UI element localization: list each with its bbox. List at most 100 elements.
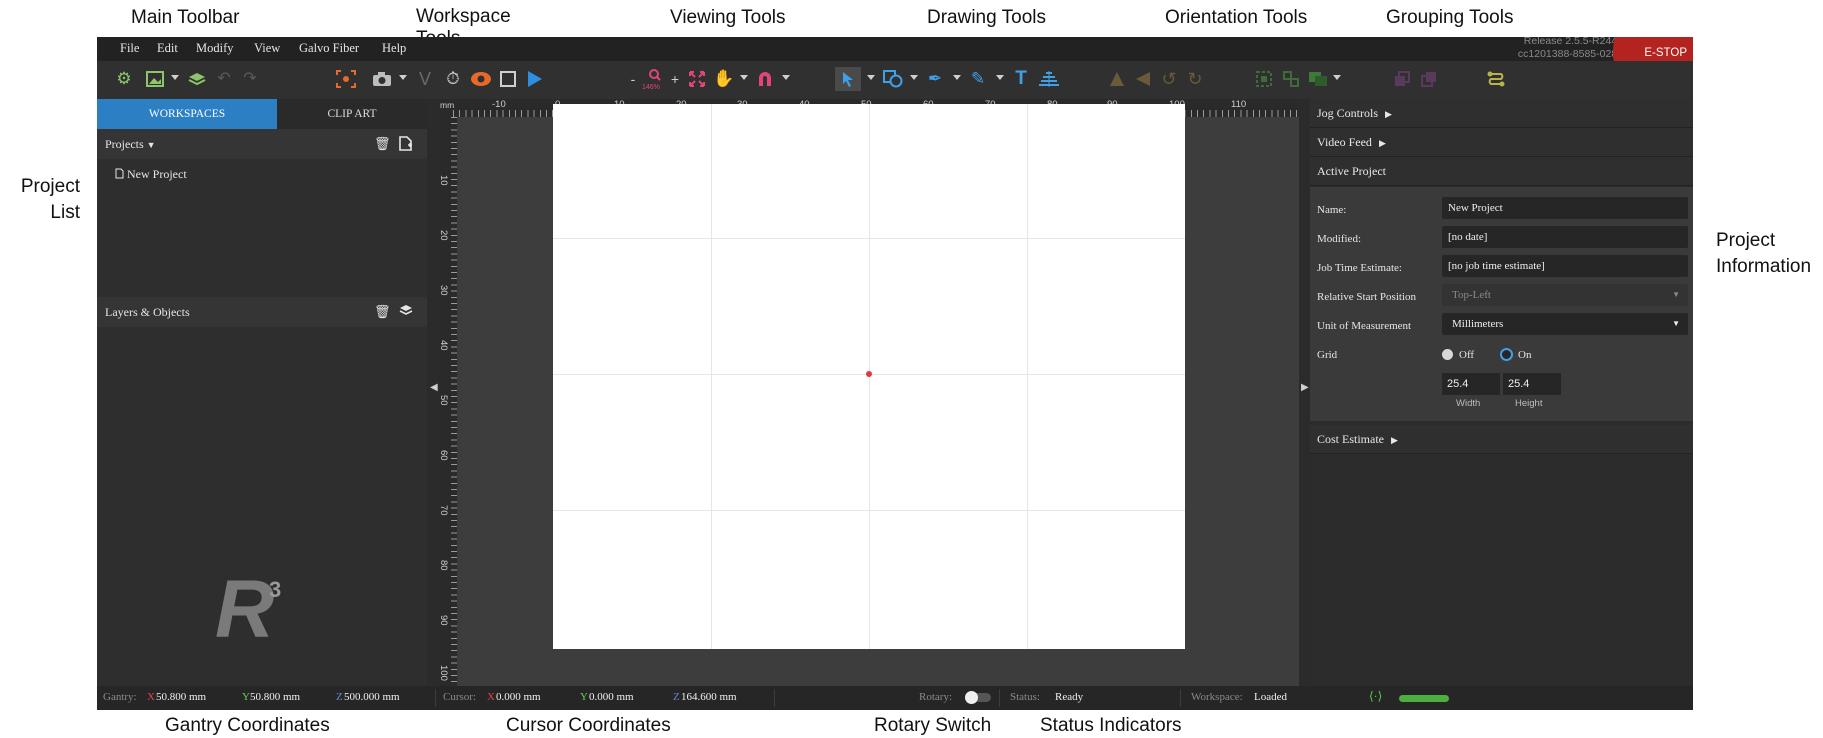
arrange-back-icon[interactable] — [1392, 69, 1412, 89]
project-list-item[interactable]: New Project — [115, 167, 187, 182]
select-pointer-icon[interactable] — [835, 67, 861, 91]
tab-clip-art[interactable]: CLIP ART — [277, 99, 427, 129]
callout-main-toolbar: Main Toolbar — [131, 7, 240, 28]
image-import-chevron-down-icon[interactable] — [171, 75, 179, 80]
path-route-icon[interactable] — [1486, 69, 1506, 89]
collapse-left-arrow-icon[interactable]: ◀ — [430, 382, 438, 393]
flip-horizontal-icon[interactable] — [1133, 69, 1153, 89]
ruler-v-label: 100 — [438, 665, 449, 681]
callout-status-indicators: Status Indicators — [1040, 715, 1182, 736]
grid-off-radio[interactable] — [1442, 349, 1453, 360]
snap-chevron-down-icon[interactable] — [782, 75, 790, 80]
combine-icon[interactable] — [1307, 69, 1329, 89]
project-name-field[interactable]: New Project — [1442, 197, 1688, 219]
camera-icon[interactable] — [371, 69, 393, 89]
job-time-label: Job Time Estimate: — [1317, 262, 1402, 274]
callout-project-list: Project List — [20, 176, 80, 223]
projects-chevron-down-icon: ▼ — [146, 140, 156, 150]
menu-galvo-fiber[interactable]: Galvo Fiber — [299, 41, 359, 56]
status-separator — [999, 689, 1000, 707]
callout-grouping-tools: Grouping Tools — [1386, 7, 1514, 28]
run-job-play-icon[interactable] — [525, 69, 545, 89]
vector-tool-icon[interactable]: V — [415, 69, 435, 89]
delete-project-trash-icon[interactable]: 🗑 — [374, 136, 391, 152]
settings-gear-icon[interactable]: ⚙ — [114, 69, 134, 89]
arrange-front-icon[interactable] — [1419, 69, 1439, 89]
select-chevron-down-icon[interactable] — [867, 75, 875, 80]
menu-view[interactable]: View — [254, 41, 280, 56]
release-serial: cc1201388-8585-0281 — [1517, 48, 1623, 60]
menu-file[interactable]: File — [120, 41, 139, 56]
video-feed-section[interactable]: Video Feed ▶ — [1310, 128, 1693, 157]
text-tool-icon[interactable]: T — [1011, 69, 1031, 89]
tab-workspaces[interactable]: WORKSPACES — [97, 99, 277, 129]
jog-controls-section[interactable]: Jog Controls ▶ — [1310, 99, 1693, 128]
preview-eye-icon[interactable] — [470, 69, 492, 89]
active-project-section[interactable]: Active Project — [1310, 157, 1693, 186]
menu-modify[interactable]: Modify — [196, 41, 234, 56]
video-feed-chevron-right-icon: ▶ — [1378, 138, 1386, 148]
zoom-out-button[interactable]: - — [627, 69, 639, 89]
unit-value: Millimeters — [1452, 318, 1504, 330]
pencil-chevron-down-icon[interactable] — [996, 75, 1004, 80]
relative-start-position-select[interactable]: Top-Left ▼ — [1442, 284, 1688, 306]
rotary-toggle-switch[interactable] — [965, 691, 991, 704]
camera-chevron-down-icon[interactable] — [399, 75, 407, 80]
start-position-chevron-down-icon: ▼ — [1672, 290, 1680, 299]
connection-link-icon[interactable]: ⟨·⟩ — [1369, 689, 1382, 704]
ruler-v-label: 90 — [438, 615, 449, 626]
group-icon[interactable] — [1254, 69, 1274, 89]
grid-on-radio[interactable] — [1500, 348, 1513, 361]
collapse-right-arrow-icon[interactable]: ▶ — [1301, 382, 1309, 393]
rotate-right-icon[interactable]: ↻ — [1185, 69, 1205, 89]
fill-hatch-icon[interactable] — [1037, 69, 1061, 89]
shapes-icon[interactable] — [882, 69, 904, 89]
layers-icon[interactable] — [187, 69, 207, 89]
pen-chevron-down-icon[interactable] — [953, 75, 961, 80]
bounding-box-icon[interactable] — [498, 69, 518, 89]
combine-chevron-down-icon[interactable] — [1333, 75, 1341, 80]
undo-icon[interactable]: ↶ — [214, 69, 234, 89]
unit-of-measurement-select[interactable]: Millimeters ▼ — [1442, 313, 1688, 335]
timer-icon[interactable]: ⏱ — [443, 69, 463, 89]
callout-orientation-tools: Orientation Tools — [1165, 7, 1308, 28]
pan-chevron-down-icon[interactable] — [740, 75, 748, 80]
active-project-body: Name: New Project Modified: [no date] Jo… — [1310, 187, 1693, 421]
projects-dropdown[interactable]: Projects ▼ — [105, 137, 156, 152]
grid-line — [553, 238, 1185, 239]
cost-estimate-section[interactable]: Cost Estimate ▶ — [1310, 425, 1693, 454]
shapes-chevron-down-icon[interactable] — [910, 75, 918, 80]
callout-rotary-switch: Rotary Switch — [874, 715, 992, 736]
new-project-icon[interactable] — [399, 136, 412, 154]
gantry-y-value: 50.800 mm — [250, 691, 301, 703]
add-layer-icon[interactable] — [399, 304, 414, 321]
freehand-pencil-icon[interactable]: ✎ — [968, 69, 988, 89]
fit-to-view-icon[interactable] — [687, 69, 707, 89]
redo-icon[interactable]: ↷ — [240, 69, 260, 89]
delete-layer-trash-icon[interactable]: 🗑 — [374, 304, 391, 320]
active-project-label: Active Project — [1317, 164, 1386, 178]
cursor-z-axis-label: Z — [673, 691, 680, 703]
frame-selection-icon[interactable] — [335, 69, 357, 89]
cursor-label: Cursor: — [443, 691, 476, 703]
app-logo: R3 — [215, 569, 281, 651]
pen-tool-icon[interactable]: ✒ — [925, 69, 945, 89]
pan-hand-icon[interactable]: ✋ — [713, 69, 734, 89]
callout-cursor-coordinates: Cursor Coordinates — [506, 715, 671, 736]
ungroup-icon[interactable] — [1281, 69, 1301, 89]
cursor-y-value: 0.000 mm — [589, 691, 634, 703]
job-time-estimate-field: [no job time estimate] — [1442, 255, 1688, 277]
menu-help[interactable]: Help — [382, 41, 406, 56]
grid-width-input[interactable]: 25.4 — [1442, 373, 1500, 395]
ruler-v-label: 80 — [438, 560, 449, 571]
menu-edit[interactable]: Edit — [157, 41, 178, 56]
grid-height-input[interactable]: 25.4 — [1503, 373, 1561, 395]
image-import-icon[interactable] — [145, 69, 165, 89]
left-panel: WORKSPACES CLIP ART Projects ▼ 🗑 New Pro… — [97, 99, 427, 686]
flip-vertical-icon[interactable] — [1107, 69, 1127, 89]
snap-magnet-icon[interactable] — [755, 69, 775, 89]
zoom-in-button[interactable]: + — [669, 69, 681, 89]
work-area-sheet[interactable] — [553, 104, 1185, 649]
rotate-left-icon[interactable]: ↺ — [1159, 69, 1179, 89]
zoom-level-icon[interactable] — [642, 65, 668, 85]
